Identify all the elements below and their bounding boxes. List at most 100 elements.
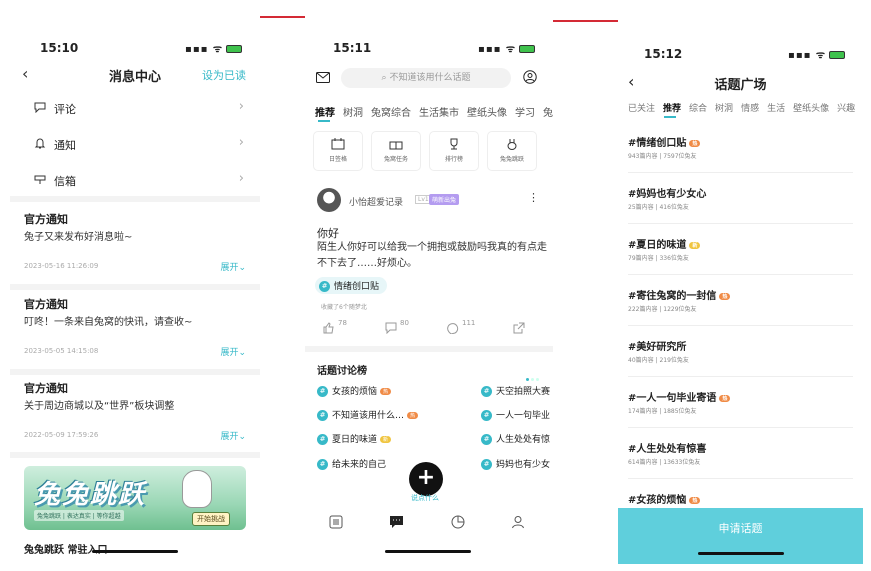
quick-entry-tasks[interactable]: 兔窝任务 — [371, 131, 421, 171]
divider — [10, 452, 260, 458]
nav-stats[interactable] — [451, 514, 465, 533]
nav-profile[interactable] — [511, 514, 525, 533]
hot-badge: 热 — [380, 388, 392, 395]
ranking-topic[interactable]: # 不知道该用什么… 热 — [317, 408, 419, 421]
quick-entry-label: 兔兔跳跃 — [499, 156, 524, 163]
create-post-button[interactable]: + — [409, 462, 443, 496]
tab-treehole[interactable]: 树洞 — [343, 108, 363, 119]
expand-button[interactable]: 展开⌄ — [220, 345, 246, 358]
divider — [628, 223, 853, 224]
expand-button[interactable]: 展开⌄ — [220, 260, 246, 273]
quick-entry-bunny-jump[interactable]: 兔兔跳跃 — [487, 131, 537, 171]
menu-item-notifications[interactable]: 通知 › — [30, 135, 244, 157]
status-bar: 15:10 ▪▪▪ ᯤ — [10, 38, 260, 58]
tab-interest[interactable]: 兴趣 — [837, 104, 855, 114]
status-bar: 15:12 ▪▪▪ ᯤ — [618, 44, 863, 64]
comment-icon — [385, 322, 397, 335]
status-icons: ▪▪▪ ᯤ — [478, 41, 535, 55]
topic-stats: 174篇内容 | 1885位兔友 — [628, 408, 697, 415]
menu-item-comments[interactable]: 评论 › — [30, 99, 244, 121]
search-placeholder: 不知道该用什么话题 — [389, 73, 471, 83]
tab-wallpaper[interactable]: 壁纸头像 — [467, 108, 507, 119]
topic-tabs: 已关注 推荐 综合 树洞 情感 生活 壁纸头像 兴趣 — [628, 101, 863, 117]
post-topic-chip[interactable]: # 情绪创口贴 — [315, 277, 388, 294]
topic-item[interactable]: #情绪创口贴热 943篇内容 | 7597位兔友 — [628, 134, 853, 174]
more-options-icon[interactable]: ⋮ — [528, 191, 539, 204]
nav-community[interactable] — [389, 514, 404, 533]
ranking-topic[interactable]: # 给未来的自己 — [317, 457, 386, 470]
post-actions: 78 80 111 — [323, 319, 533, 340]
ranking-topic-label: 女孩的烦恼 — [332, 387, 378, 397]
ranking-topic[interactable]: # 夏日的味道新 — [317, 432, 392, 445]
apply-topic-button[interactable]: 申请话题 — [618, 508, 863, 564]
tab-general[interactable]: 综合 — [689, 104, 707, 114]
topic-item[interactable]: #人生处处有惊喜 614篇内容 | 13633位兔友 — [628, 440, 853, 480]
ranking-topic[interactable]: # 天空拍照大赛 — [481, 384, 550, 397]
tab-following[interactable]: 已关注 — [628, 104, 655, 114]
hashtag-icon: # — [481, 434, 492, 445]
divider — [10, 196, 260, 202]
post-body: 陌生人你好可以给我一个拥抱或鼓励吗我真的有点走不下去了……好烦心。 — [317, 242, 547, 269]
bunny-icon — [507, 139, 517, 150]
bell-icon — [34, 138, 46, 149]
tab-emotion[interactable]: 情感 — [741, 104, 759, 114]
topic-item[interactable]: #妈妈也有少女心 25篇内容 | 416位兔友 — [628, 185, 853, 225]
expand-label: 展开 — [220, 432, 239, 442]
expand-button[interactable]: 展开⌄ — [220, 429, 246, 442]
topic-square-screen: 15:12 ▪▪▪ ᯤ ‹ 话题广场 已关注 推荐 综合 树洞 情感 生活 壁纸头像 兴趣 #… — [618, 0, 863, 571]
share-icon — [513, 322, 525, 334]
post-author[interactable]: 小怡超爱记录 — [349, 195, 403, 208]
topic-stats: 943篇内容 | 7597位兔友 — [628, 153, 697, 160]
notice-date: 2023-05-16 11:26:09 — [24, 262, 99, 270]
topic-name: #美好研究所 — [628, 342, 687, 353]
tab-treehole[interactable]: 树洞 — [715, 104, 733, 114]
ranking-topic[interactable]: # 一人一句毕业 — [481, 408, 550, 421]
menu-item-mailbox[interactable]: 信箱 › — [30, 171, 244, 193]
quick-entry-ranking[interactable]: 排行榜 — [429, 131, 479, 171]
tab-life-market[interactable]: 生活集市 — [419, 108, 459, 119]
new-badge: 新 — [380, 436, 392, 443]
ranking-topic[interactable]: # 妈妈也有少女 — [481, 457, 550, 470]
chevron-right-icon: › — [238, 99, 244, 114]
topic-item[interactable]: #夏日的味道新 79篇内容 | 336位兔友 — [628, 236, 853, 276]
tab-friends[interactable]: 兔友 — [543, 108, 553, 119]
profile-circle-icon[interactable] — [523, 70, 537, 84]
notice-item[interactable]: 官方通知 叮咚！一条来自兔窝的快讯，请查收~ 2023-05-05 14:15:… — [24, 296, 246, 376]
tab-wallpaper[interactable]: 壁纸头像 — [793, 104, 829, 114]
notice-item[interactable]: 官方通知 关于周边商城以及“世界”板块调整 2022-05-09 17:59:2… — [24, 380, 246, 460]
share-button[interactable] — [513, 322, 525, 336]
topic-item[interactable]: #一人一句毕业寄语热 174篇内容 | 1885位兔友 — [628, 389, 853, 429]
hug-button[interactable]: 111 — [447, 319, 475, 336]
avatar[interactable] — [317, 188, 341, 212]
ranking-topic[interactable]: # 人生处处有惊 — [481, 432, 550, 445]
active-tab-indicator — [318, 120, 330, 122]
tab-life[interactable]: 生活 — [767, 104, 785, 114]
comment-button[interactable]: 80 — [385, 319, 409, 336]
mark-all-read-button[interactable]: 设为已读 — [202, 67, 246, 83]
search-input[interactable]: ⌕ 不知道该用什么话题 — [341, 68, 511, 88]
topic-item[interactable]: #美好研究所 40篇内容 | 219位兔友 — [628, 338, 853, 378]
like-button[interactable]: 78 — [323, 319, 347, 336]
mail-icon[interactable] — [316, 72, 330, 83]
quick-entry-daily[interactable]: 日签格 — [313, 131, 363, 171]
bunny-jump-banner[interactable]: 兔兔跳跃 兔兔跳跃 | 表达真实 | 等你超越 开始挑战 — [24, 466, 246, 530]
mailbox-icon — [34, 175, 46, 184]
topic-chip-label: 情绪创口贴 — [334, 282, 380, 292]
tab-recommend[interactable]: 推荐 — [315, 108, 335, 119]
chat-bubble-icon — [390, 516, 403, 528]
nav-list[interactable] — [329, 514, 343, 533]
topic-name-row: #一人一句毕业寄语热 — [628, 389, 731, 404]
message-center-screen: 15:10 ▪▪▪ ᯤ ‹ 消息中心 设为已读 评论 › 通知 › 信箱 › 官… — [10, 0, 260, 571]
notice-item[interactable]: 官方通知 兔子又来发布好消息啦~ 2023-05-16 11:26:09 展开⌄ — [24, 211, 246, 291]
hug-bubble-icon — [447, 323, 459, 335]
topic-ranking-title: 话题讨论榜 — [317, 366, 367, 377]
menu-item-label: 评论 — [54, 103, 76, 116]
topic-name: #妈妈也有少女心 — [628, 189, 707, 200]
tab-study[interactable]: 学习 — [515, 108, 535, 119]
ranking-topic[interactable]: # 女孩的烦恼热 — [317, 384, 392, 397]
tab-general[interactable]: 兔窝综合 — [371, 108, 411, 119]
tab-recommend[interactable]: 推荐 — [663, 104, 681, 114]
topic-item[interactable]: #寄往兔窝的一封信热 222篇内容 | 1229位兔友 — [628, 287, 853, 327]
topic-name-row: #夏日的味道新 — [628, 236, 701, 251]
start-challenge-button[interactable]: 开始挑战 — [192, 512, 230, 526]
